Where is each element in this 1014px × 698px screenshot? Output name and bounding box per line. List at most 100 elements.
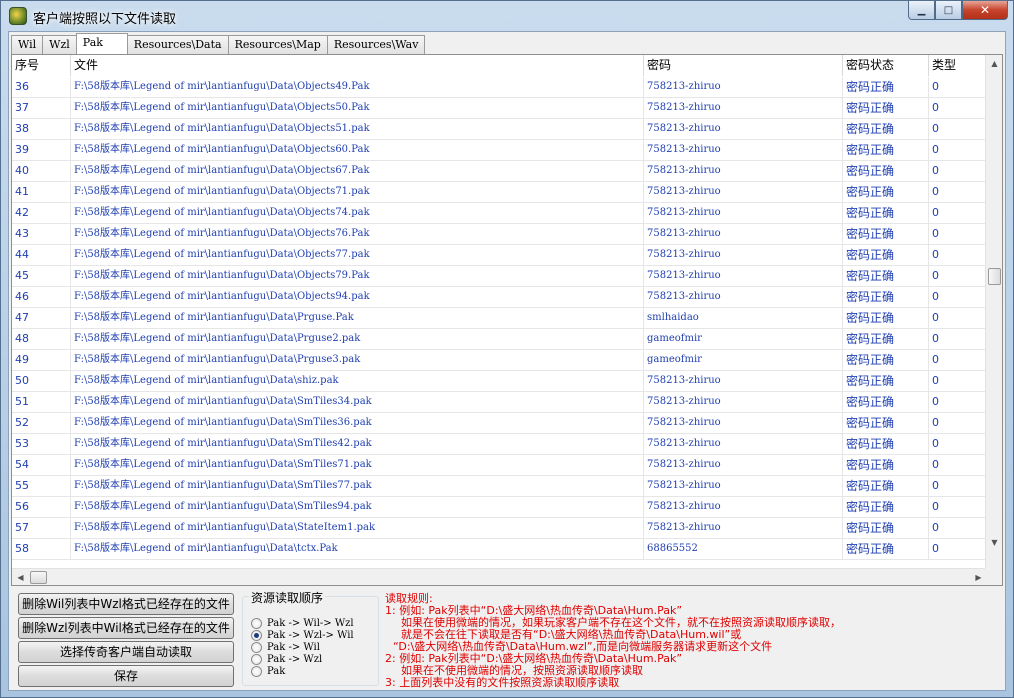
type-cell[interactable]: 0: [929, 434, 987, 454]
scroll-left-arrow-icon[interactable]: ◀: [12, 569, 29, 586]
password-cell[interactable]: 758213-zhiruo: [644, 203, 843, 223]
password-cell[interactable]: gameofmir: [644, 350, 843, 370]
radio-pak-wil-wzl[interactable]: Pak -> Wil-> Wzl: [251, 617, 354, 629]
type-cell[interactable]: 0: [929, 308, 987, 328]
table-row[interactable]: 43 F:\58版本库\Legend of mir\lantianfugu\Dat…: [12, 224, 987, 245]
table-row[interactable]: 44 F:\58版本库\Legend of mir\lantianfugu\Dat…: [12, 245, 987, 266]
row-number-cell[interactable]: 45: [12, 266, 71, 286]
type-cell[interactable]: 0: [929, 203, 987, 223]
password-status-cell[interactable]: 密码正确: [843, 392, 929, 412]
table-row[interactable]: 55 F:\58版本库\Legend of mir\lantianfugu\Dat…: [12, 476, 987, 497]
table-row[interactable]: 56 F:\58版本库\Legend of mir\lantianfugu\Dat…: [12, 497, 987, 518]
table-row[interactable]: 46 F:\58版本库\Legend of mir\lantianfugu\Dat…: [12, 287, 987, 308]
type-cell[interactable]: 0: [929, 266, 987, 286]
row-number-cell[interactable]: 50: [12, 371, 71, 391]
row-number-cell[interactable]: 47: [12, 308, 71, 328]
password-status-cell[interactable]: 密码正确: [843, 518, 929, 538]
password-cell[interactable]: 758213-zhiruo: [644, 434, 843, 454]
file-path-cell[interactable]: F:\58版本库\Legend of mir\lantianfugu\Data\…: [71, 266, 644, 286]
table-row[interactable]: 40 F:\58版本库\Legend of mir\lantianfugu\Dat…: [12, 161, 987, 182]
row-number-cell[interactable]: 55: [12, 476, 71, 496]
password-cell[interactable]: 68865552: [644, 539, 843, 559]
password-cell[interactable]: 758213-zhiruo: [644, 392, 843, 412]
table-row[interactable]: 49 F:\58版本库\Legend of mir\lantianfugu\Dat…: [12, 350, 987, 371]
file-path-cell[interactable]: F:\58版本库\Legend of mir\lantianfugu\Data\…: [71, 392, 644, 412]
type-cell[interactable]: 0: [929, 77, 987, 97]
password-cell[interactable]: 758213-zhiruo: [644, 518, 843, 538]
type-cell[interactable]: 0: [929, 182, 987, 202]
row-number-cell[interactable]: 38: [12, 119, 71, 139]
type-cell[interactable]: 0: [929, 392, 987, 412]
password-status-cell[interactable]: 密码正确: [843, 371, 929, 391]
password-status-cell[interactable]: 密码正确: [843, 455, 929, 475]
radio-button-icon[interactable]: [251, 665, 262, 677]
type-cell[interactable]: 0: [929, 329, 987, 349]
tab-pak[interactable]: Pak: [75, 33, 128, 54]
password-status-cell[interactable]: 密码正确: [843, 413, 929, 433]
row-number-cell[interactable]: 43: [12, 224, 71, 244]
password-cell[interactable]: 758213-zhiruo: [644, 119, 843, 139]
table-row[interactable]: 54 F:\58版本库\Legend of mir\lantianfugu\Dat…: [12, 455, 987, 476]
row-number-cell[interactable]: 51: [12, 392, 71, 412]
row-number-cell[interactable]: 42: [12, 203, 71, 223]
row-number-cell[interactable]: 54: [12, 455, 71, 475]
file-path-cell[interactable]: F:\58版本库\Legend of mir\lantianfugu\Data\…: [71, 413, 644, 433]
type-cell[interactable]: 0: [929, 161, 987, 181]
password-status-cell[interactable]: 密码正确: [843, 308, 929, 328]
table-row[interactable]: 50 F:\58版本库\Legend of mir\lantianfugu\Dat…: [12, 371, 987, 392]
row-number-cell[interactable]: 40: [12, 161, 71, 181]
password-cell[interactable]: 758213-zhiruo: [644, 476, 843, 496]
radio-button-selected-icon[interactable]: [251, 629, 262, 641]
password-status-cell[interactable]: 密码正确: [843, 119, 929, 139]
password-cell[interactable]: gameofmir: [644, 329, 843, 349]
row-number-cell[interactable]: 39: [12, 140, 71, 160]
radio-button-icon[interactable]: [251, 641, 262, 653]
password-status-cell[interactable]: 密码正确: [843, 203, 929, 223]
file-path-cell[interactable]: F:\58版本库\Legend of mir\lantianfugu\Data\…: [71, 329, 644, 349]
row-number-cell[interactable]: 49: [12, 350, 71, 370]
password-status-cell[interactable]: 密码正确: [843, 434, 929, 454]
table-row[interactable]: 48 F:\58版本库\Legend of mir\lantianfugu\Dat…: [12, 329, 987, 350]
password-cell[interactable]: 758213-zhiruo: [644, 497, 843, 517]
table-row[interactable]: 52 F:\58版本库\Legend of mir\lantianfugu\Dat…: [12, 413, 987, 434]
password-cell[interactable]: 758213-zhiruo: [644, 266, 843, 286]
radio-pak-wzl[interactable]: Pak -> Wzl: [251, 653, 322, 665]
file-path-cell[interactable]: F:\58版本库\Legend of mir\lantianfugu\Data\…: [71, 77, 644, 97]
file-path-cell[interactable]: F:\58版本库\Legend of mir\lantianfugu\Data\…: [71, 476, 644, 496]
table-row[interactable]: 53 F:\58版本库\Legend of mir\lantianfugu\Dat…: [12, 434, 987, 455]
row-number-cell[interactable]: 56: [12, 497, 71, 517]
password-cell[interactable]: 758213-zhiruo: [644, 224, 843, 244]
type-cell[interactable]: 0: [929, 539, 987, 559]
row-number-cell[interactable]: 58: [12, 539, 71, 559]
col-header-file[interactable]: 文件: [71, 55, 644, 76]
col-header-password[interactable]: 密码: [644, 55, 843, 76]
title-bar[interactable]: 客户端按照以下文件读取 ▁ □ ✕: [1, 1, 1013, 31]
file-path-cell[interactable]: F:\58版本库\Legend of mir\lantianfugu\Data\…: [71, 350, 644, 370]
password-cell[interactable]: 758213-zhiruo: [644, 455, 843, 475]
file-path-cell[interactable]: F:\58版本库\Legend of mir\lantianfugu\Data\…: [71, 434, 644, 454]
delete-wil-duplicates-button[interactable]: 删除Wil列表中Wzl格式已经存在的文件: [18, 593, 234, 615]
password-cell[interactable]: 758213-zhiruo: [644, 245, 843, 265]
row-number-cell[interactable]: 53: [12, 434, 71, 454]
row-number-cell[interactable]: 37: [12, 98, 71, 118]
radio-pak-wzl-wil[interactable]: Pak -> Wzl-> Wil: [251, 629, 354, 641]
type-cell[interactable]: 0: [929, 98, 987, 118]
file-path-cell[interactable]: F:\58版本库\Legend of mir\lantianfugu\Data\…: [71, 119, 644, 139]
type-cell[interactable]: 0: [929, 224, 987, 244]
tab-wil[interactable]: Wil: [11, 35, 44, 54]
table-row[interactable]: 51 F:\58版本库\Legend of mir\lantianfugu\Dat…: [12, 392, 987, 413]
vertical-scrollbar[interactable]: ▲ ▼: [985, 55, 1002, 568]
row-number-cell[interactable]: 57: [12, 518, 71, 538]
type-cell[interactable]: 0: [929, 350, 987, 370]
save-button[interactable]: 保存: [18, 665, 234, 687]
password-status-cell[interactable]: 密码正确: [843, 224, 929, 244]
file-path-cell[interactable]: F:\58版本库\Legend of mir\lantianfugu\Data\…: [71, 287, 644, 307]
col-header-status[interactable]: 密码状态: [843, 55, 929, 76]
password-cell[interactable]: smlhaidao: [644, 308, 843, 328]
table-row[interactable]: 57 F:\58版本库\Legend of mir\lantianfugu\Dat…: [12, 518, 987, 539]
tab-resources-wav[interactable]: Resources\Wav: [326, 35, 426, 54]
file-path-cell[interactable]: F:\58版本库\Legend of mir\lantianfugu\Data\…: [71, 539, 644, 559]
password-status-cell[interactable]: 密码正确: [843, 161, 929, 181]
file-path-cell[interactable]: F:\58版本库\Legend of mir\lantianfugu\Data\…: [71, 224, 644, 244]
row-number-cell[interactable]: 46: [12, 287, 71, 307]
